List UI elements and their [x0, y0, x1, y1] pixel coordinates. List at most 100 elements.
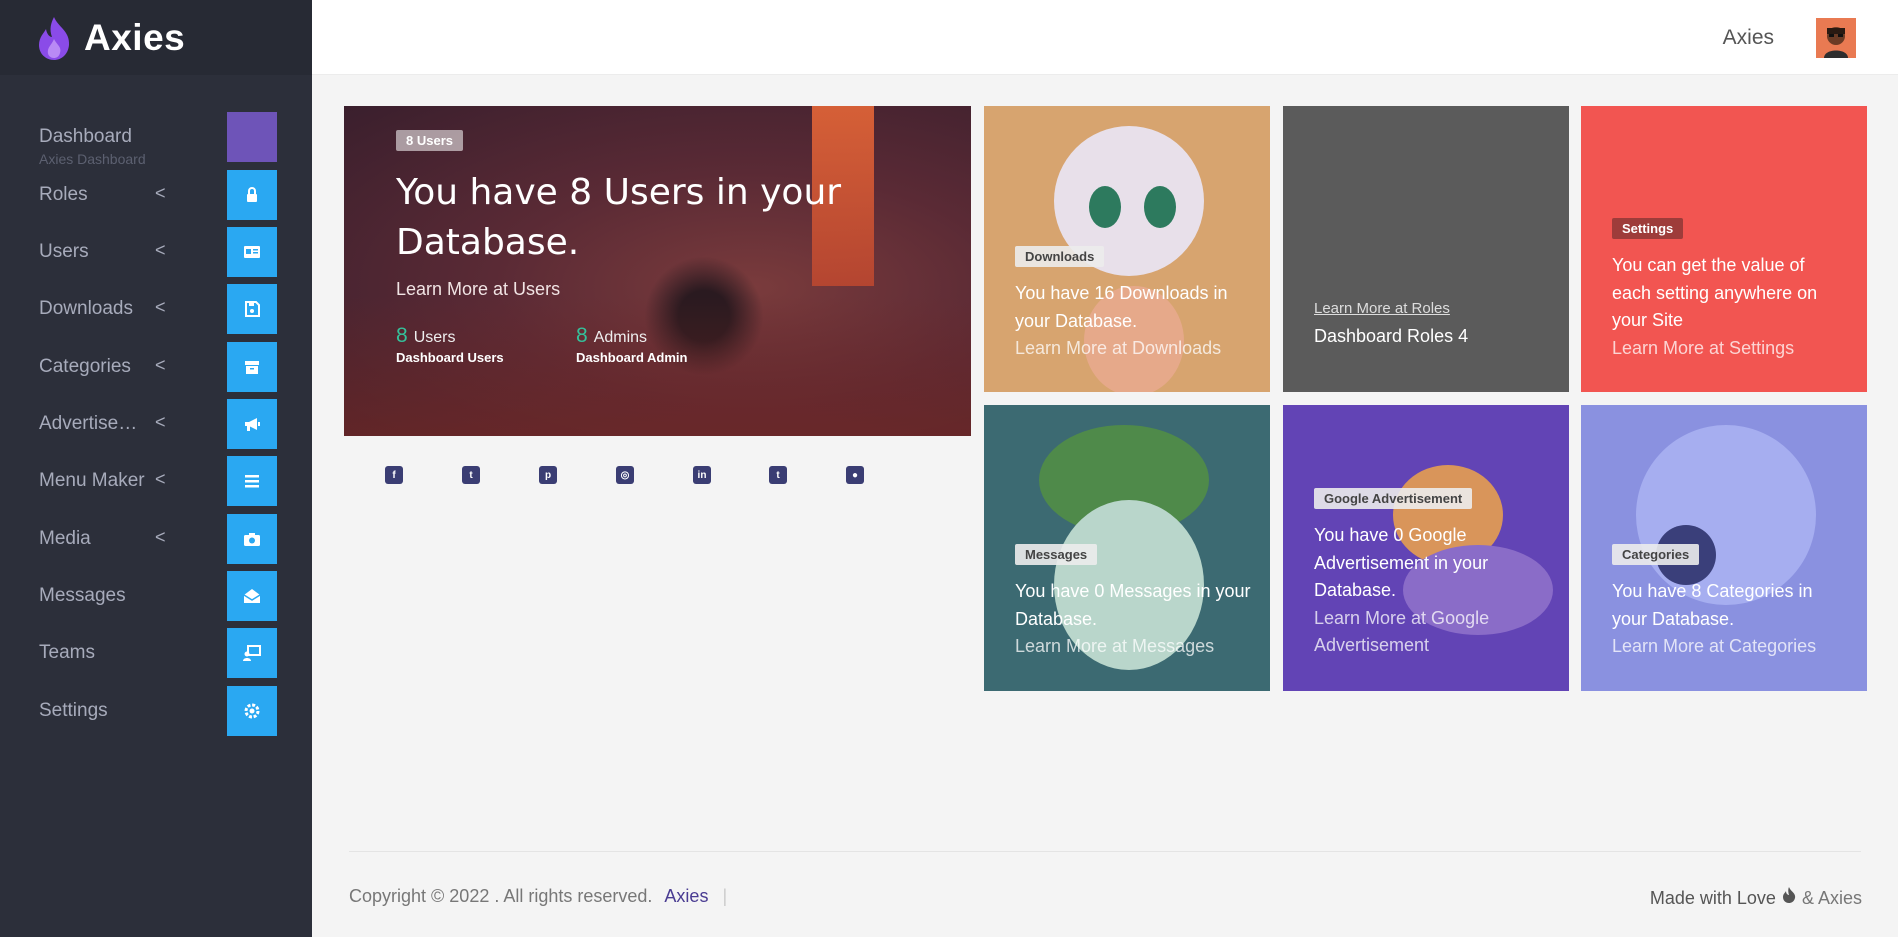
sidebar-item-label: Messages — [39, 585, 126, 606]
google-advertisement-badge: Google Advertisement — [1314, 488, 1473, 509]
messages-card: Messages You have 0 Messages in your Dat… — [984, 405, 1270, 691]
google-advertisement-card: Google Advertisement You have 0 Google A… — [1283, 405, 1569, 691]
sidebar-item-messages[interactable]: Messages — [0, 571, 312, 621]
tumblr-icon[interactable]: t — [769, 466, 787, 484]
learn-more-google-advertisement-link[interactable]: Learn More at Google Advertisement — [1314, 608, 1489, 656]
stat-admins: 8 Admins Dashboard Admin — [576, 324, 687, 365]
github-icon[interactable]: ● — [846, 466, 864, 484]
pinterest-icon[interactable]: p — [539, 466, 557, 484]
chevron-left-icon: < — [155, 469, 166, 489]
settings-card: Settings You can get the value of each s… — [1581, 106, 1867, 392]
chevron-left-icon: < — [155, 297, 166, 317]
google-advertisement-description: You have 0 Google Advertisement in your … — [1314, 525, 1489, 600]
stat-caption: Dashboard Admin — [576, 350, 688, 365]
chevron-left-icon: < — [155, 355, 166, 375]
id-card-icon — [227, 227, 277, 277]
categories-badge: Categories — [1612, 544, 1700, 565]
messages-description: You have 0 Messages in your Database. — [1015, 581, 1251, 629]
categories-description: You have 8 Categories in your Database. — [1612, 581, 1813, 629]
stat-label: Users — [413, 329, 456, 346]
learn-more-roles-link[interactable]: Learn More at Roles — [1314, 300, 1450, 317]
stat-value: 8 — [576, 324, 588, 347]
linkedin-icon[interactable]: in — [693, 466, 711, 484]
users-hero-card: 8 Users You have 8 Users in your Databas… — [344, 106, 971, 436]
messages-text: You have 0 Messages in your Database. Le… — [1015, 578, 1251, 661]
chevron-left-icon: < — [155, 412, 166, 432]
settings-text: You can get the value of each setting an… — [1612, 252, 1832, 362]
lock-icon — [227, 170, 277, 220]
messages-badge: Messages — [1015, 544, 1098, 565]
save-icon — [227, 284, 277, 334]
footer-divider — [349, 851, 1861, 852]
archive-icon — [227, 342, 277, 392]
sidebar-item-sublabel: Axies Dashboard — [39, 151, 146, 167]
roles-text: Learn More at Roles Dashboard Roles 4 — [1314, 294, 1550, 350]
chevron-left-icon: < — [155, 183, 166, 203]
downloads-description: You have 16 Downloads in your Database. — [1015, 283, 1228, 331]
stat-caption: Dashboard Users — [396, 350, 504, 365]
sidebar-item-teams[interactable]: Teams — [0, 628, 312, 678]
instagram-icon[interactable]: ◎ — [616, 466, 634, 484]
sidebar-item-roles[interactable]: Roles < — [0, 170, 312, 220]
camera-icon — [227, 514, 277, 564]
sidebar-item-label: Downloads — [39, 298, 133, 319]
roles-count: Dashboard Roles 4 — [1314, 325, 1469, 346]
learn-more-categories-link[interactable]: Learn More at Categories — [1612, 636, 1816, 656]
flame-logo-icon — [39, 16, 70, 60]
categories-text: You have 8 Categories in your Database. … — [1612, 578, 1848, 661]
card-illustration — [1144, 186, 1176, 228]
hero-decoration — [344, 296, 971, 436]
stat-value: 8 — [396, 324, 408, 347]
sidebar-item-menu-maker[interactable]: Menu Maker < — [0, 456, 312, 506]
sidebar-item-settings[interactable]: Settings — [0, 686, 312, 736]
sidebar-item-users[interactable]: Users < — [0, 227, 312, 277]
megaphone-icon — [227, 399, 277, 449]
sidebar: Axies Dashboard Axies Dashboard Roles < … — [0, 0, 312, 937]
learn-more-messages-link[interactable]: Learn More at Messages — [1015, 636, 1214, 656]
users-badge: 8 Users — [396, 130, 463, 151]
avatar[interactable] — [1816, 18, 1856, 58]
footer-separator: | — [722, 886, 728, 906]
sidebar-item-label: Categories — [39, 356, 131, 377]
footer-brand-link[interactable]: Axies — [664, 886, 708, 906]
sidebar-item-label: Advertise… — [39, 413, 138, 434]
sidebar-item-label: Roles — [39, 184, 88, 205]
sidebar-item-downloads[interactable]: Downloads < — [0, 284, 312, 334]
sidebar-item-label: Media — [39, 528, 91, 549]
facebook-icon[interactable]: f — [385, 466, 403, 484]
sidebar-item-advertisements[interactable]: Advertise… < — [0, 399, 312, 449]
footer-copyright: Copyright © 2022 . All rights reserved. A… — [349, 886, 727, 907]
sidebar-item-label: Settings — [39, 700, 108, 721]
learn-more-users-link[interactable]: Learn More at Users — [396, 279, 560, 300]
copyright-text: Copyright © 2022 . All rights reserved. — [349, 886, 653, 906]
sidebar-item-label: Menu Maker — [39, 470, 145, 491]
chevron-left-icon: < — [155, 527, 166, 547]
list-icon — [227, 456, 277, 506]
brand[interactable]: Axies — [0, 0, 312, 75]
google-advertisement-text: You have 0 Google Advertisement in your … — [1314, 522, 1550, 660]
hero-title: You have 8 Users in your Database. — [396, 172, 842, 263]
learn-more-settings-link[interactable]: Learn More at Settings — [1612, 338, 1794, 358]
downloads-badge: Downloads — [1015, 246, 1105, 267]
user-name[interactable]: Axies — [1723, 26, 1774, 50]
topbar: Axies — [312, 0, 1898, 75]
sidebar-item-label: Users — [39, 241, 89, 262]
chalkboard-user-icon — [227, 628, 277, 678]
sidebar-item-categories[interactable]: Categories < — [0, 342, 312, 392]
twitter-icon[interactable]: t — [462, 466, 480, 484]
gear-icon — [227, 686, 277, 736]
brand-name: Axies — [84, 16, 186, 58]
stat-users: 8 Users Dashboard Users — [396, 324, 504, 365]
made-with-brand: & Axies — [1801, 888, 1862, 908]
card-illustration — [1089, 186, 1121, 228]
sidebar-item-label: Dashboard — [39, 126, 132, 147]
flame-icon — [1782, 887, 1796, 903]
sidebar-item-dashboard[interactable]: Dashboard Axies Dashboard — [0, 112, 312, 167]
settings-description: You can get the value of each setting an… — [1612, 255, 1818, 330]
sidebar-item-media[interactable]: Media < — [0, 514, 312, 564]
dashboard-icon-box — [227, 112, 277, 162]
made-with-text: Made with Love — [1649, 888, 1776, 908]
roles-card: Learn More at Roles Dashboard Roles 4 — [1283, 106, 1569, 392]
chevron-left-icon: < — [155, 240, 166, 260]
learn-more-downloads-link[interactable]: Learn More at Downloads — [1015, 338, 1221, 358]
